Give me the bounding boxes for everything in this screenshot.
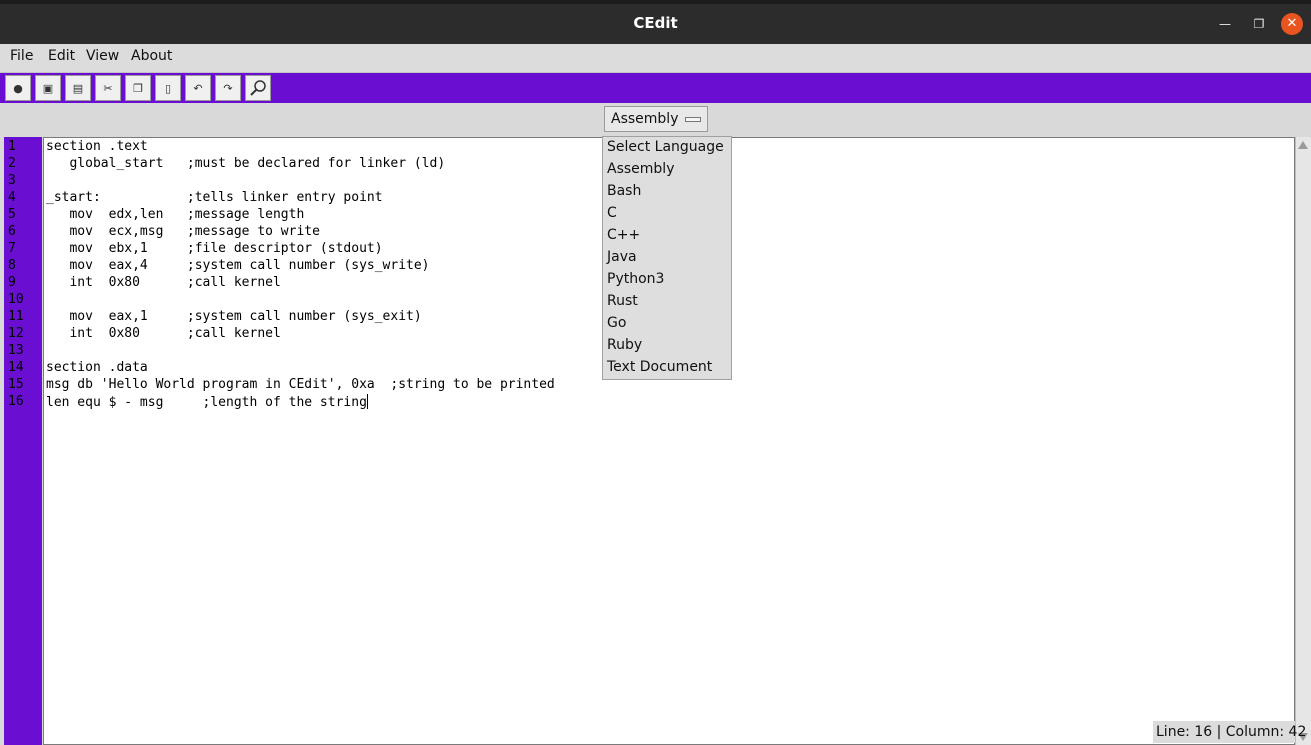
language-option[interactable]: Assembly <box>607 161 674 177</box>
undo-icon[interactable]: ↶ <box>185 75 211 101</box>
line-number: 13 <box>8 343 24 358</box>
code-line: mov ecx,msg ;message to write <box>46 224 320 239</box>
magnifier-icon <box>250 80 266 96</box>
menu-view[interactable]: View <box>86 48 119 64</box>
code-line: mov edx,len ;message length <box>46 207 305 222</box>
line-number: 12 <box>8 326 24 341</box>
language-option[interactable]: C <box>607 205 617 221</box>
line-number: 6 <box>8 224 16 239</box>
line-number: 11 <box>8 309 24 324</box>
maximize-icon[interactable]: ❐ <box>1248 13 1270 35</box>
line-number: 10 <box>8 292 24 307</box>
language-option[interactable]: Java <box>607 249 637 265</box>
code-line: section .data <box>46 360 148 375</box>
paste-icon[interactable]: ▯ <box>155 75 181 101</box>
close-icon[interactable]: ✕ <box>1281 13 1303 35</box>
code-line: len equ $ - msg ;length of the string <box>46 395 367 410</box>
window-title: CEdit <box>633 14 678 32</box>
code-line: mov eax,1 ;system call number (sys_exit) <box>46 309 422 324</box>
language-option[interactable]: Bash <box>607 183 641 199</box>
language-option[interactable]: Ruby <box>607 337 642 353</box>
toolbar: ● ▣ ▤ ✂ ❐ ▯ ↶ ↷ <box>0 73 1311 103</box>
code-line: section .text <box>46 139 148 154</box>
redo-icon[interactable]: ↷ <box>215 75 241 101</box>
scroll-up-icon[interactable] <box>1298 141 1308 149</box>
minimize-icon[interactable]: — <box>1214 13 1236 35</box>
language-select[interactable]: Assembly <box>604 106 708 132</box>
language-row: Assembly <box>0 103 1311 136</box>
line-number: 8 <box>8 258 16 273</box>
line-number: 14 <box>8 360 24 375</box>
code-line: _start: ;tells linker entry point <box>46 190 383 205</box>
code-line: mov eax,4 ;system call number (sys_write… <box>46 258 430 273</box>
code-line: msg db 'Hello World program in CEdit', 0… <box>46 377 555 392</box>
line-number-gutter: 1 2 3 4 5 6 7 8 9 10 11 12 13 14 15 16 <box>4 137 42 745</box>
search-icon[interactable] <box>245 75 271 101</box>
line-number: 1 <box>8 139 16 154</box>
vertical-scrollbar[interactable] <box>1295 137 1311 745</box>
code-line: int 0x80 ;call kernel <box>46 326 281 341</box>
line-number: 9 <box>8 275 16 290</box>
menu-bar: File Edit View About <box>0 44 1311 73</box>
line-number: 2 <box>8 156 16 171</box>
language-option[interactable]: Python3 <box>607 271 664 287</box>
code-line: mov ebx,1 ;file descriptor (stdout) <box>46 241 383 256</box>
line-number: 7 <box>8 241 16 256</box>
menu-edit[interactable]: Edit <box>48 48 75 64</box>
menu-about[interactable]: About <box>131 48 172 64</box>
line-number: 15 <box>8 377 24 392</box>
code-line: global_start ;must be declared for linke… <box>46 156 446 171</box>
new-icon[interactable]: ● <box>5 75 31 101</box>
language-option[interactable]: Go <box>607 315 626 331</box>
language-option[interactable]: Rust <box>607 293 638 309</box>
code-line-last: len equ $ - msg ;length of the string <box>46 394 368 410</box>
language-option[interactable]: Text Document <box>607 359 712 375</box>
text-cursor <box>366 394 368 409</box>
status-bar: Line: 16 | Column: 42 <box>1153 721 1306 743</box>
open-icon[interactable]: ▣ <box>35 75 61 101</box>
line-number: 5 <box>8 207 16 222</box>
language-option[interactable]: C++ <box>607 227 640 243</box>
language-select-value: Assembly <box>611 111 679 127</box>
language-option[interactable]: Select Language <box>607 139 724 155</box>
copy-icon[interactable]: ❐ <box>125 75 151 101</box>
line-number: 4 <box>8 190 16 205</box>
save-icon[interactable]: ▤ <box>65 75 91 101</box>
line-number: 3 <box>8 173 16 188</box>
cut-icon[interactable]: ✂ <box>95 75 121 101</box>
dropdown-indicator-icon <box>685 117 701 122</box>
menu-file[interactable]: File <box>10 48 33 64</box>
code-line: int 0x80 ;call kernel <box>46 275 281 290</box>
language-dropdown: Select Language Assembly Bash C C++ Java… <box>602 136 732 380</box>
line-number: 16 <box>8 394 24 409</box>
title-bar: CEdit — ❐ ✕ <box>0 0 1311 44</box>
